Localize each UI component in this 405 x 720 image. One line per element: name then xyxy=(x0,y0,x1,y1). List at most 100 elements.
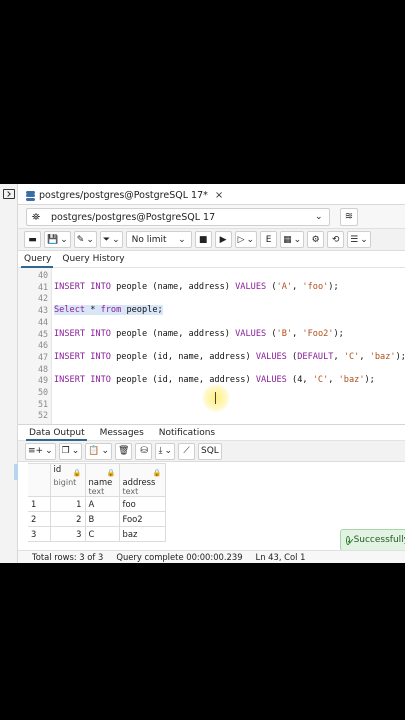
database-icon xyxy=(26,190,35,201)
table-row[interactable]: 2 2 B Foo2 xyxy=(28,511,166,527)
filter-button[interactable]: ⏷ ⌄ xyxy=(99,231,123,248)
code-line[interactable]: Select * from people; xyxy=(54,305,163,317)
cell-name[interactable]: B xyxy=(84,511,120,527)
line-number: 52 xyxy=(38,410,49,421)
pgadmin-query-tool: postgres/postgres@PostgreSQL 17* × ⛯ pos… xyxy=(0,184,405,563)
left-sidebar xyxy=(0,184,18,563)
cell-id[interactable]: 2 xyxy=(49,511,86,527)
chevron-down-icon: ⌄ xyxy=(164,446,172,456)
result-tabs: Data Output Messages Notifications xyxy=(18,424,405,441)
code-line[interactable]: INSERT INTO people (name, address) VALUE… xyxy=(54,282,339,294)
explain-analyze-button[interactable]: ▦ ⌄ xyxy=(280,231,305,248)
table-row[interactable]: 3 3 C baz xyxy=(28,526,166,542)
delete-button[interactable]: 🗑 xyxy=(115,442,133,460)
column-header-name[interactable]: 🔒 name text xyxy=(84,463,120,497)
cell-id[interactable]: 1 xyxy=(49,496,86,512)
cell-name[interactable]: C xyxy=(84,526,120,542)
plug-icon: ⛯ xyxy=(32,211,40,223)
chevron-down-icon: ⌄ xyxy=(86,234,94,245)
column-header-address[interactable]: 🔒 address text xyxy=(118,463,166,497)
sql-button[interactable]: SQL xyxy=(198,442,222,460)
chevron-down-icon: ⌄ xyxy=(71,446,80,456)
result-grid: 🔒 id bigint 🔒 name text 🔒 address text 1 1 A f… xyxy=(28,463,166,542)
status-query-time: Query complete 00:00:00.239 xyxy=(116,552,243,562)
cell-address[interactable]: baz xyxy=(118,526,166,542)
status-bar: Total rows: 3 of 3 Query complete 00:00:… xyxy=(18,550,405,563)
status-cursor-position: Ln 43, Col 1 xyxy=(255,552,306,562)
editor-tab-bar: postgres/postgres@PostgreSQL 17* × xyxy=(18,184,405,205)
chevron-down-icon: ⌄ xyxy=(246,234,255,245)
table-row[interactable]: 1 1 A foo xyxy=(28,496,166,512)
column-type: text xyxy=(88,487,105,496)
query-tabs: Query Query History xyxy=(18,251,405,268)
open-file-button[interactable]: ▬ xyxy=(24,231,41,248)
row-number: 2 xyxy=(28,511,51,527)
chevron-down-icon: ⌄ xyxy=(101,446,110,456)
tab-data-output[interactable]: Data Output xyxy=(18,425,89,441)
execute-options-button[interactable]: ▷ ⌄ xyxy=(234,231,258,248)
line-number: 50 xyxy=(38,387,49,397)
row-number: 1 xyxy=(28,496,51,512)
database-stack-button[interactable]: ≋ xyxy=(340,208,358,226)
connection-bar: ⛯ postgres/postgres@PostgreSQL 17 ⌄ ≋ xyxy=(18,205,405,229)
query-tab-title: postgres/postgres@PostgreSQL 17* xyxy=(39,190,208,201)
line-gutter: 40 41 42 43 44 45 46 47 48 49 50 51 52 xyxy=(18,268,52,424)
cell-address[interactable]: foo xyxy=(118,496,166,512)
chevron-down-icon: ⌄ xyxy=(112,234,120,245)
add-row-button[interactable]: ≡+ ⌄ xyxy=(25,442,56,460)
edit-button[interactable]: ✎ ⌄ xyxy=(73,231,97,248)
execute-button[interactable]: ▶ xyxy=(214,231,232,248)
save-button[interactable]: 💾 ⌄ xyxy=(44,231,71,248)
line-number: 48 xyxy=(38,363,49,374)
tab-query[interactable]: Query xyxy=(18,251,56,268)
paste-button[interactable]: 📋 ⌄ xyxy=(85,442,113,460)
column-type: text xyxy=(122,487,139,496)
explain-button[interactable]: E xyxy=(260,231,278,248)
line-number: 45 xyxy=(38,328,49,339)
grid-header-row: 🔒 id bigint 🔒 name text 🔒 address text xyxy=(28,463,166,497)
save-data-button[interactable]: ⛁ xyxy=(135,442,153,460)
tab-messages[interactable]: Messages xyxy=(89,425,148,440)
code-line[interactable]: INSERT INTO people (name, address) VALUE… xyxy=(54,329,344,341)
line-number: 44 xyxy=(38,316,49,327)
rollback-button[interactable]: ⟲ xyxy=(327,231,345,248)
chevron-down-icon: ⌄ xyxy=(60,234,68,245)
toast-text: Successfully xyxy=(353,535,405,545)
cell-address[interactable]: Foo2 xyxy=(118,511,166,527)
limit-value: No limit xyxy=(131,234,167,245)
cell-id[interactable]: 3 xyxy=(49,526,86,542)
line-number: 42 xyxy=(38,293,49,304)
commit-button[interactable]: ⚙ xyxy=(307,231,325,248)
close-icon[interactable]: × xyxy=(215,190,223,201)
cell-name[interactable]: A xyxy=(84,496,120,512)
chevron-down-icon: ⌄ xyxy=(45,446,53,456)
chevron-down-icon: ⌄ xyxy=(315,212,323,222)
row-number-header xyxy=(28,463,51,497)
line-number: 47 xyxy=(38,351,49,362)
stop-button[interactable]: ■ xyxy=(194,231,212,248)
chevron-down-icon: ⌄ xyxy=(360,234,368,245)
line-number: 49 xyxy=(38,375,49,386)
terminal-icon[interactable] xyxy=(3,189,15,199)
tab-query-history[interactable]: Query History xyxy=(56,251,129,267)
row-number: 3 xyxy=(28,526,51,542)
line-number: 46 xyxy=(38,340,49,351)
status-total-rows: Total rows: 3 of 3 xyxy=(32,552,104,562)
line-number: 40 xyxy=(38,270,49,280)
success-toast[interactable]: Successfully xyxy=(340,529,405,551)
code-line[interactable]: INSERT INTO people (id, name, address) V… xyxy=(54,352,405,364)
tab-notifications[interactable]: Notifications xyxy=(148,425,219,440)
copy-button[interactable]: ❐ ⌄ xyxy=(58,442,83,460)
limit-select[interactable]: No limit ⌄ xyxy=(125,231,192,248)
graph-button[interactable]: ⟋ xyxy=(178,442,195,460)
download-button[interactable]: ⤓ ⌄ xyxy=(155,442,175,460)
connection-value: postgres/postgres@PostgreSQL 17 xyxy=(51,211,216,223)
selection-marker xyxy=(14,464,18,480)
connection-select[interactable]: ⛯ postgres/postgres@PostgreSQL 17 ⌄ xyxy=(26,208,330,226)
line-number: 43 xyxy=(38,305,49,316)
macros-button[interactable]: ☰ ⌄ xyxy=(347,231,371,248)
line-number: 41 xyxy=(38,281,49,292)
text-cursor-icon xyxy=(215,392,217,404)
query-tab[interactable]: postgres/postgres@PostgreSQL 17* × xyxy=(26,187,223,204)
column-header-id[interactable]: 🔒 id bigint xyxy=(49,463,86,497)
